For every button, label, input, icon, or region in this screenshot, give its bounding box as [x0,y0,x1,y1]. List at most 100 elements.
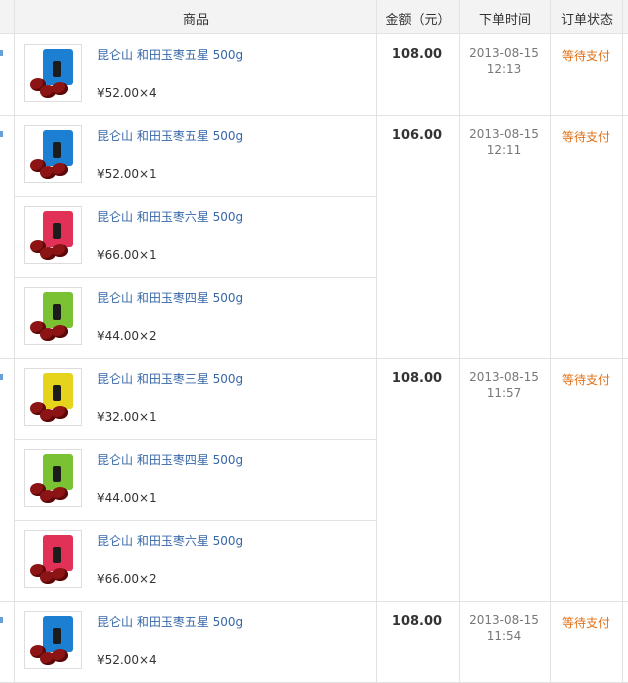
jujube-image [52,82,68,95]
table-header: 商品 金额（元） 下单时间 订单状态 [0,0,628,34]
jujube-image [52,325,68,338]
jujube-image [52,568,68,581]
column-divider [459,358,460,601]
product-name-link[interactable]: 昆仑山 和田玉枣六星 500g [97,208,243,225]
order-time: 2013-08-15 11:54 [459,612,549,644]
product-price-quantity: ¥52.00×4 [97,653,157,667]
order-clock: 11:57 [486,386,522,400]
order-edge-marker [0,131,3,137]
product-package-image [43,130,73,166]
jujube-image [52,244,68,257]
column-divider [622,601,623,682]
order-status-link[interactable]: 等待支付 [550,614,622,631]
column-divider [376,34,377,115]
order-date: 2013-08-15 [469,613,539,627]
item-divider [14,520,376,521]
product-name-link[interactable]: 昆仑山 和田玉枣四星 500g [97,451,243,468]
header-amount: 金额（元） [385,13,451,28]
product-package-image [43,211,73,247]
product-thumbnail[interactable] [24,287,82,345]
order-date: 2013-08-15 [469,46,539,60]
order-divider [0,601,628,602]
order-amount: 108.00 [391,371,443,386]
product-price-quantity: ¥66.00×2 [97,572,157,586]
product-name-link[interactable]: 昆仑山 和田玉枣五星 500g [97,613,243,630]
item-divider [14,196,376,197]
product-package-image [43,49,73,85]
product-thumbnail[interactable] [24,449,82,507]
product-price-quantity: ¥52.00×4 [97,86,157,100]
column-divider [14,601,15,682]
item-divider [14,439,376,440]
product-name-link[interactable]: 昆仑山 和田玉枣五星 500g [97,127,243,144]
column-divider [622,34,623,115]
column-divider [550,34,551,115]
column-divider [14,358,15,601]
product-name-link[interactable]: 昆仑山 和田玉枣三星 500g [97,370,243,387]
order-amount: 108.00 [391,47,443,62]
product-thumbnail[interactable] [24,611,82,669]
header-product: 商品 [182,13,209,28]
order-time: 2013-08-15 12:11 [459,126,549,158]
column-divider [550,115,551,358]
product-price-quantity: ¥44.00×1 [97,491,157,505]
product-price-quantity: ¥66.00×1 [97,248,157,262]
order-time: 2013-08-15 12:13 [459,45,549,77]
header-divider [14,0,15,34]
column-divider [550,358,551,601]
column-divider [550,601,551,682]
order-divider [0,115,628,116]
order-amount: 108.00 [391,614,443,629]
column-divider [14,34,15,115]
product-thumbnail[interactable] [24,206,82,264]
order-status-link[interactable]: 等待支付 [550,128,622,145]
column-divider [459,601,460,682]
order-time: 2013-08-15 11:57 [459,369,549,401]
order-status-link[interactable]: 等待支付 [550,47,622,64]
order-edge-marker [0,617,3,623]
header-order-time: 下单时间 [478,13,531,28]
jujube-image [52,487,68,500]
product-price-quantity: ¥44.00×2 [97,329,157,343]
product-package-image [43,373,73,409]
header-divider [550,0,551,34]
product-price-quantity: ¥32.00×1 [97,410,157,424]
product-thumbnail[interactable] [24,125,82,183]
product-thumbnail[interactable] [24,368,82,426]
product-thumbnail[interactable] [24,44,82,102]
item-divider [14,277,376,278]
header-divider [459,0,460,34]
order-clock: 11:54 [486,629,522,643]
jujube-image [52,406,68,419]
product-name-link[interactable]: 昆仑山 和田玉枣六星 500g [97,532,243,549]
order-edge-marker [0,50,3,56]
column-divider [622,358,623,601]
product-price-quantity: ¥52.00×1 [97,167,157,181]
column-divider [14,115,15,358]
order-edge-marker [0,374,3,380]
column-divider [622,115,623,358]
product-package-image [43,292,73,328]
product-thumbnail[interactable] [24,530,82,588]
product-name-link[interactable]: 昆仑山 和田玉枣四星 500g [97,289,243,306]
product-package-image [43,454,73,490]
column-divider [376,601,377,682]
column-divider [376,358,377,601]
header-order-status: 订单状态 [560,13,613,28]
order-clock: 12:13 [486,62,522,76]
order-status-link[interactable]: 等待支付 [550,371,622,388]
column-divider [459,115,460,358]
order-date: 2013-08-15 [469,370,539,384]
header-divider [376,0,377,34]
jujube-image [52,163,68,176]
product-package-image [43,535,73,571]
order-date: 2013-08-15 [469,127,539,141]
product-package-image [43,616,73,652]
column-divider [376,115,377,358]
jujube-image [52,649,68,662]
product-name-link[interactable]: 昆仑山 和田玉枣五星 500g [97,46,243,63]
header-divider [622,0,623,34]
order-amount: 106.00 [391,128,443,143]
order-clock: 12:11 [486,143,522,157]
column-divider [459,34,460,115]
